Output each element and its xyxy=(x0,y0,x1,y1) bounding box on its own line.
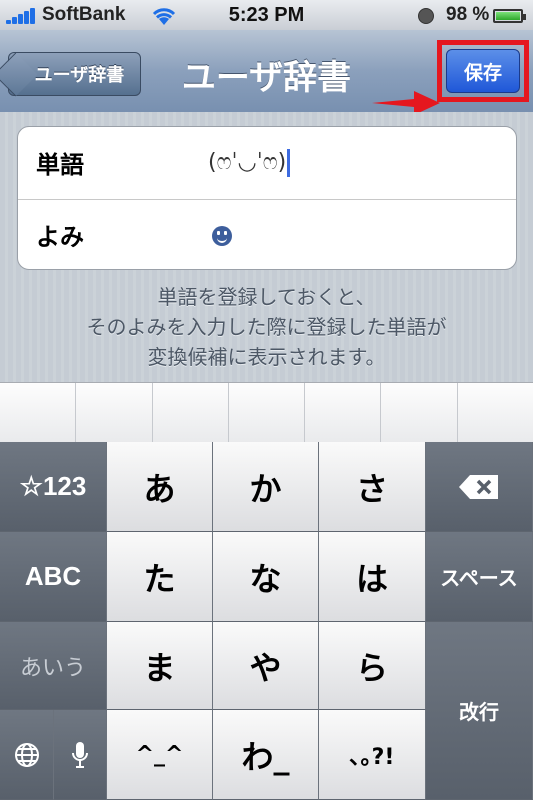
globe-key[interactable] xyxy=(0,710,54,800)
reading-label: よみ xyxy=(36,223,84,251)
candidate-cell[interactable] xyxy=(381,383,458,443)
save-button[interactable]: 保存 xyxy=(446,49,520,93)
dictionary-form: 単語 (ෆˈ◡ˈෆ) よみ xyxy=(17,126,517,270)
backspace-key[interactable] xyxy=(426,442,533,532)
content-area: 単語 (ෆˈ◡ˈෆ) よみ 単語を登録しておくと、 そのよみを入力した際に登録し… xyxy=(0,112,533,382)
key-ma[interactable]: ま xyxy=(107,622,213,710)
battery-percent: 98 % xyxy=(446,4,490,25)
candidate-cell[interactable] xyxy=(153,383,229,443)
word-field[interactable]: (ෆˈ◡ˈෆ) xyxy=(208,149,291,177)
candidate-cell[interactable] xyxy=(229,383,306,443)
keyboard: ☆123 あ か さ ABC た な は スペース あいう ま や ら 改行 ^… xyxy=(0,442,533,800)
word-label: 単語 xyxy=(36,151,84,179)
microphone-icon xyxy=(72,741,88,768)
clock-icon xyxy=(418,8,434,24)
navigation-bar: ユーザ辞書 ユーザ辞書 保存 xyxy=(0,30,533,115)
key-ka[interactable]: か xyxy=(213,442,319,532)
key-sa[interactable]: さ xyxy=(319,442,426,532)
description-line-2: そのよみを入力した際に登録した単語が xyxy=(86,315,447,339)
smiley-icon xyxy=(212,226,232,246)
number-mode-key[interactable]: ☆123 xyxy=(0,442,107,532)
return-key[interactable]: 改行 xyxy=(426,622,533,800)
description-line-1: 単語を登録しておくと、 xyxy=(157,285,376,309)
battery-fill xyxy=(496,12,520,20)
globe-icon xyxy=(14,742,39,767)
status-bar: SoftBank 5:23 PM 98 % xyxy=(0,0,533,31)
key-ta[interactable]: た xyxy=(107,532,213,622)
description-text: 単語を登録しておくと、 そのよみを入力した際に登録した単語が 変換候補に表示され… xyxy=(0,282,533,372)
key-kaomoji[interactable]: ^_^ xyxy=(107,710,213,800)
space-key[interactable]: スペース xyxy=(426,532,533,622)
kana-mode-key[interactable]: あいう xyxy=(0,622,107,710)
candidate-cell[interactable] xyxy=(76,383,153,443)
key-ya[interactable]: や xyxy=(213,622,319,710)
back-button-label: ユーザ辞書 xyxy=(34,65,125,86)
save-button-label: 保存 xyxy=(463,61,502,84)
reading-row[interactable]: よみ xyxy=(18,199,516,269)
key-a[interactable]: あ xyxy=(107,442,213,532)
battery-icon xyxy=(493,9,526,23)
abc-mode-key[interactable]: ABC xyxy=(0,532,107,622)
description-line-3: 変換候補に表示されます。 xyxy=(147,345,386,369)
candidate-bar xyxy=(0,382,533,443)
key-wa[interactable]: わ_ xyxy=(213,710,319,800)
candidate-cell[interactable] xyxy=(458,383,533,443)
key-punctuation[interactable]: ､｡?! xyxy=(319,710,426,800)
text-cursor xyxy=(287,149,291,177)
microphone-key[interactable] xyxy=(54,710,107,800)
candidate-cell[interactable] xyxy=(305,383,382,443)
candidate-cell[interactable] xyxy=(0,383,77,443)
key-ha[interactable]: は xyxy=(319,532,426,622)
word-value: (ෆˈ◡ˈෆ) xyxy=(208,150,287,175)
key-ra[interactable]: ら xyxy=(319,622,426,710)
backspace-icon xyxy=(459,474,498,499)
key-na[interactable]: な xyxy=(213,532,319,622)
word-row[interactable]: 単語 (ෆˈ◡ˈෆ) xyxy=(18,127,516,200)
save-highlight-box: 保存 xyxy=(437,40,529,102)
